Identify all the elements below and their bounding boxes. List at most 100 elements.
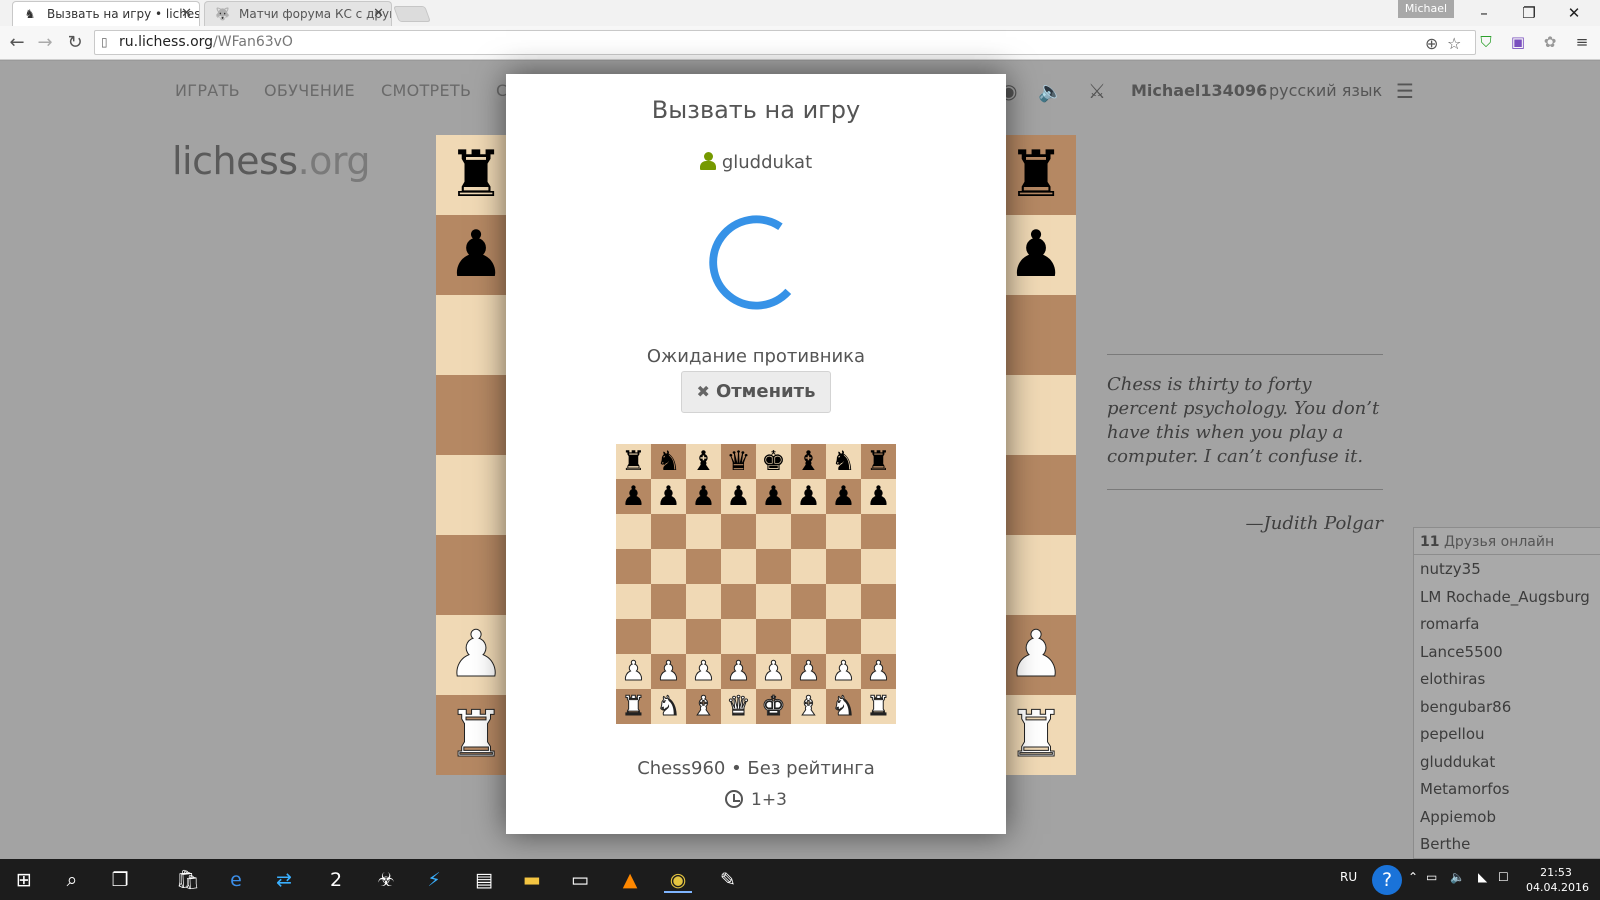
board-square[interactable] bbox=[756, 584, 791, 619]
board-square[interactable] bbox=[826, 514, 861, 549]
white-queen-piece[interactable]: ♛ bbox=[721, 689, 756, 724]
extension-icon[interactable]: ▣ bbox=[1508, 32, 1528, 52]
white-rook-piece[interactable]: ♜ bbox=[616, 689, 651, 724]
tab-lichess[interactable]: ♞ Вызвать на игру • lichess ✕ bbox=[12, 1, 200, 26]
friend-item[interactable]: nutzy35 bbox=[1414, 555, 1600, 583]
white-rook-piece[interactable]: ♜ bbox=[996, 695, 1076, 775]
restore-icon[interactable]: ❐ bbox=[1507, 0, 1551, 26]
board-square[interactable] bbox=[826, 549, 861, 584]
board-square[interactable] bbox=[826, 584, 861, 619]
black-pawn-piece[interactable]: ♟ bbox=[791, 479, 826, 514]
white-pawn-piece[interactable]: ♟ bbox=[686, 654, 721, 689]
black-bishop-piece[interactable]: ♝ bbox=[686, 444, 721, 479]
board-square[interactable] bbox=[651, 549, 686, 584]
close-tab-icon[interactable]: ✕ bbox=[373, 6, 384, 21]
store-icon[interactable]: 🛍 bbox=[174, 867, 202, 893]
white-pawn-piece[interactable]: ♟ bbox=[436, 615, 516, 695]
white-pawn-piece[interactable]: ♟ bbox=[651, 654, 686, 689]
black-bishop-piece[interactable]: ♝ bbox=[791, 444, 826, 479]
file-explorer-icon[interactable]: ▬ bbox=[518, 867, 546, 893]
board-square[interactable] bbox=[651, 619, 686, 654]
vlc-icon[interactable]: ▲ bbox=[616, 867, 644, 893]
bookmark-star-icon[interactable]: ☆ bbox=[1447, 34, 1461, 53]
system-clock[interactable]: 21:53 04.04.2016 bbox=[1526, 865, 1589, 895]
friend-item[interactable]: Appiemob bbox=[1414, 803, 1600, 831]
hazard-app-icon[interactable]: ☣ bbox=[372, 867, 400, 893]
board-square[interactable] bbox=[791, 549, 826, 584]
black-pawn-piece[interactable]: ♟ bbox=[861, 479, 896, 514]
white-pawn-piece[interactable]: ♟ bbox=[616, 654, 651, 689]
lichess-logo[interactable]: lichess.org bbox=[172, 139, 370, 183]
board-square[interactable] bbox=[686, 549, 721, 584]
black-pawn-piece[interactable]: ♟ bbox=[756, 479, 791, 514]
board-square[interactable] bbox=[436, 535, 516, 615]
new-tab-button[interactable] bbox=[393, 6, 431, 22]
black-pawn-piece[interactable]: ♟ bbox=[616, 479, 651, 514]
friend-item[interactable]: romarfa bbox=[1414, 610, 1600, 638]
black-rook-piece[interactable]: ♜ bbox=[996, 135, 1076, 215]
chevron-up-icon[interactable]: ⌃ bbox=[1408, 870, 1418, 884]
language-selector[interactable]: русский язык bbox=[1269, 81, 1382, 100]
board-square[interactable] bbox=[996, 375, 1076, 455]
white-pawn-piece[interactable]: ♟ bbox=[756, 654, 791, 689]
input-language[interactable]: RU bbox=[1340, 870, 1357, 884]
board-square[interactable] bbox=[996, 295, 1076, 375]
battery-icon[interactable]: ▭ bbox=[1426, 870, 1437, 884]
volume-icon[interactable]: 🔈 bbox=[1450, 870, 1465, 884]
white-knight-piece[interactable]: ♞ bbox=[826, 689, 861, 724]
board-square[interactable] bbox=[616, 549, 651, 584]
friend-item[interactable]: Berthe bbox=[1414, 830, 1600, 858]
black-rook-piece[interactable]: ♜ bbox=[861, 444, 896, 479]
board-square[interactable] bbox=[651, 514, 686, 549]
terminal-icon[interactable]: ▭ bbox=[566, 867, 594, 893]
white-rook-piece[interactable]: ♜ bbox=[436, 695, 516, 775]
board-square[interactable] bbox=[721, 584, 756, 619]
username-link[interactable]: Michael134096 bbox=[1131, 81, 1267, 100]
white-king-piece[interactable]: ♚ bbox=[756, 689, 791, 724]
friends-header[interactable]: 11 Друзья онлайн bbox=[1414, 528, 1600, 555]
swords-icon[interactable]: ⚔ bbox=[1088, 79, 1106, 103]
task-view-icon[interactable]: ❐ bbox=[106, 867, 134, 893]
board-square[interactable] bbox=[686, 514, 721, 549]
board-square[interactable] bbox=[826, 619, 861, 654]
black-pawn-piece[interactable]: ♟ bbox=[651, 479, 686, 514]
notification-icon[interactable]: ☐ bbox=[1498, 870, 1509, 884]
chrome-icon[interactable]: ◉ bbox=[664, 867, 692, 893]
search-icon[interactable]: ⌕ bbox=[58, 867, 86, 893]
friend-item[interactable]: bengubar86 bbox=[1414, 693, 1600, 721]
board-square[interactable] bbox=[861, 514, 896, 549]
black-pawn-piece[interactable]: ♟ bbox=[826, 479, 861, 514]
board-square[interactable] bbox=[686, 584, 721, 619]
black-pawn-piece[interactable]: ♟ bbox=[721, 479, 756, 514]
board-square[interactable] bbox=[616, 584, 651, 619]
board-square[interactable] bbox=[756, 514, 791, 549]
friend-item[interactable]: elothiras bbox=[1414, 665, 1600, 693]
edge-icon[interactable]: e bbox=[222, 867, 250, 893]
board-square[interactable] bbox=[996, 455, 1076, 535]
forward-icon[interactable]: → bbox=[34, 32, 56, 53]
board-square[interactable] bbox=[436, 295, 516, 375]
app-icon[interactable]: ⚡ bbox=[420, 867, 448, 893]
board-square[interactable] bbox=[791, 584, 826, 619]
close-window-icon[interactable]: ✕ bbox=[1552, 0, 1596, 26]
shield-extension-icon[interactable]: ⛉ bbox=[1476, 32, 1496, 52]
board-square[interactable] bbox=[756, 549, 791, 584]
board-square[interactable] bbox=[996, 535, 1076, 615]
opponent[interactable]: gluddukat bbox=[506, 152, 1006, 173]
white-rook-piece[interactable]: ♜ bbox=[861, 689, 896, 724]
board-square[interactable] bbox=[651, 584, 686, 619]
white-knight-piece[interactable]: ♞ bbox=[651, 689, 686, 724]
board-square[interactable] bbox=[686, 619, 721, 654]
sound-icon[interactable]: 🔈 bbox=[1038, 79, 1063, 103]
paw-extension-icon[interactable]: ✿ bbox=[1540, 32, 1560, 52]
minimize-icon[interactable]: – bbox=[1462, 0, 1506, 26]
white-pawn-piece[interactable]: ♟ bbox=[826, 654, 861, 689]
tab-forum[interactable]: 🐺 Матчи форума КС с друг ✕ bbox=[204, 1, 392, 26]
nav-learn[interactable]: ОБУЧЕНИЕ bbox=[264, 81, 355, 100]
black-king-piece[interactable]: ♚ bbox=[756, 444, 791, 479]
board-square[interactable] bbox=[861, 619, 896, 654]
white-pawn-piece[interactable]: ♟ bbox=[721, 654, 756, 689]
board-square[interactable] bbox=[436, 375, 516, 455]
hamburger-menu-icon[interactable]: ☰ bbox=[1396, 79, 1414, 103]
2k-app-icon[interactable]: 2 bbox=[322, 867, 350, 893]
